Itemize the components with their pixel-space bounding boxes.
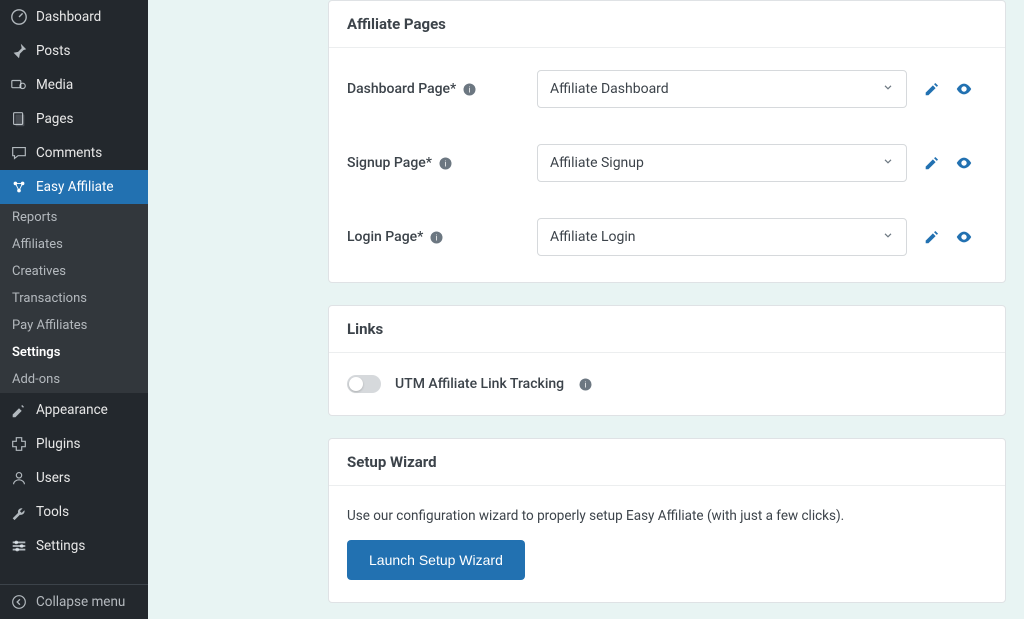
sidebar-item-posts[interactable]: Posts [0, 34, 148, 68]
svg-text:i: i [469, 85, 471, 94]
panel-links: Links UTM Affiliate Link Tracking i [328, 305, 1006, 416]
row-actions [923, 80, 973, 98]
settings-main: Affiliate Pages Dashboard Page* i Affili… [148, 0, 1024, 619]
sidebar-item-label: Appearance [36, 402, 108, 418]
sidebar-sub-creatives[interactable]: Creatives [0, 258, 148, 285]
field-label: Signup Page* i [347, 155, 537, 171]
select-value: Affiliate Signup [550, 155, 644, 171]
sidebar-item-appearance[interactable]: Appearance [0, 393, 148, 427]
sidebar-sub-add-ons[interactable]: Add-ons [0, 366, 148, 393]
sidebar-sub-pay-affiliates[interactable]: Pay Affiliates [0, 312, 148, 339]
sidebar-item-users[interactable]: Users [0, 461, 148, 495]
row-utm-tracking: UTM Affiliate Link Tracking i [347, 375, 987, 393]
panel-body: UTM Affiliate Link Tracking i [329, 353, 1005, 415]
sidebar-item-label: Dashboard [36, 9, 101, 25]
dashboard-icon [10, 8, 28, 26]
panel-title: Links [329, 306, 1005, 353]
sidebar-submenu: Reports Affiliates Creatives Transaction… [0, 204, 148, 393]
sidebar-sub-reports[interactable]: Reports [0, 204, 148, 231]
panel-body: Use our configuration wizard to properly… [329, 486, 1005, 602]
row-dashboard-page: Dashboard Page* i Affiliate Dashboard [347, 70, 987, 108]
users-icon [10, 469, 28, 487]
chevron-down-icon [882, 155, 894, 171]
panel-body: Dashboard Page* i Affiliate Dashboard Si… [329, 48, 1005, 282]
row-actions [923, 154, 973, 172]
chevron-down-icon [882, 229, 894, 245]
svg-text:i: i [436, 233, 438, 242]
sidebar-item-plugins[interactable]: Plugins [0, 427, 148, 461]
settings-icon [10, 537, 28, 555]
label-text: Login Page* [347, 229, 423, 245]
panel-title: Setup Wizard [329, 439, 1005, 486]
toggle-label: UTM Affiliate Link Tracking [395, 376, 564, 392]
svg-text:i: i [585, 380, 587, 389]
view-button[interactable] [955, 154, 973, 172]
sidebar-item-label: Posts [36, 43, 70, 59]
launch-wizard-button[interactable]: Launch Setup Wizard [347, 540, 525, 580]
sidebar-sub-affiliates[interactable]: Affiliates [0, 231, 148, 258]
panel-affiliate-pages: Affiliate Pages Dashboard Page* i Affili… [328, 0, 1006, 283]
sidebar-item-label: Settings [36, 538, 85, 554]
sidebar-item-tools[interactable]: Tools [0, 495, 148, 529]
label-text: Signup Page* [347, 155, 432, 171]
tools-icon [10, 503, 28, 521]
chevron-down-icon [882, 81, 894, 97]
panel-setup-wizard: Setup Wizard Use our configuration wizar… [328, 438, 1006, 603]
select-value: Affiliate Dashboard [550, 81, 669, 97]
info-icon[interactable]: i [438, 156, 453, 171]
row-actions [923, 228, 973, 246]
panel-title: Affiliate Pages [329, 1, 1005, 48]
collapse-icon [10, 593, 28, 611]
toggle-utm-tracking[interactable] [347, 375, 381, 393]
select-login-page[interactable]: Affiliate Login [537, 218, 907, 256]
affiliate-icon [10, 178, 28, 196]
comment-icon [10, 144, 28, 162]
field-label: Dashboard Page* i [347, 81, 537, 97]
row-login-page: Login Page* i Affiliate Login [347, 218, 987, 256]
edit-button[interactable] [923, 80, 941, 98]
sidebar-item-label: Users [36, 470, 70, 486]
sidebar-item-comments[interactable]: Comments [0, 136, 148, 170]
label-text: Dashboard Page* [347, 81, 456, 97]
sidebar-item-label: Pages [36, 111, 74, 127]
sidebar-item-label: Media [36, 77, 73, 93]
sidebar-item-media[interactable]: Media [0, 68, 148, 102]
edit-button[interactable] [923, 154, 941, 172]
select-value: Affiliate Login [550, 229, 636, 245]
sidebar-item-easy-affiliate[interactable]: Easy Affiliate [0, 170, 148, 204]
sidebar-item-label: Comments [36, 145, 102, 161]
info-icon[interactable]: i [462, 82, 477, 97]
appearance-icon [10, 401, 28, 419]
select-dashboard-page[interactable]: Affiliate Dashboard [537, 70, 907, 108]
sidebar-sub-transactions[interactable]: Transactions [0, 285, 148, 312]
edit-button[interactable] [923, 228, 941, 246]
sidebar-item-pages[interactable]: Pages [0, 102, 148, 136]
sidebar-item-dashboard[interactable]: Dashboard [0, 0, 148, 34]
sidebar-collapse[interactable]: Collapse menu [0, 584, 148, 619]
view-button[interactable] [955, 80, 973, 98]
sidebar-item-settings[interactable]: Settings [0, 529, 148, 563]
wizard-description: Use our configuration wizard to properly… [347, 508, 987, 524]
admin-sidebar: Dashboard Posts Media Pages Comments Eas… [0, 0, 148, 619]
field-label: Login Page* i [347, 229, 537, 245]
pages-icon [10, 110, 28, 128]
view-button[interactable] [955, 228, 973, 246]
sidebar-item-label: Easy Affiliate [36, 179, 114, 195]
info-icon[interactable]: i [578, 377, 593, 392]
pin-icon [10, 42, 28, 60]
sidebar-item-label: Plugins [36, 436, 81, 452]
info-icon[interactable]: i [429, 230, 444, 245]
media-icon [10, 76, 28, 94]
sidebar-item-label: Collapse menu [36, 594, 125, 610]
select-signup-page[interactable]: Affiliate Signup [537, 144, 907, 182]
plugins-icon [10, 435, 28, 453]
row-signup-page: Signup Page* i Affiliate Signup [347, 144, 987, 182]
sidebar-sub-settings[interactable]: Settings [0, 339, 148, 366]
sidebar-item-label: Tools [36, 504, 69, 520]
svg-text:i: i [445, 159, 447, 168]
